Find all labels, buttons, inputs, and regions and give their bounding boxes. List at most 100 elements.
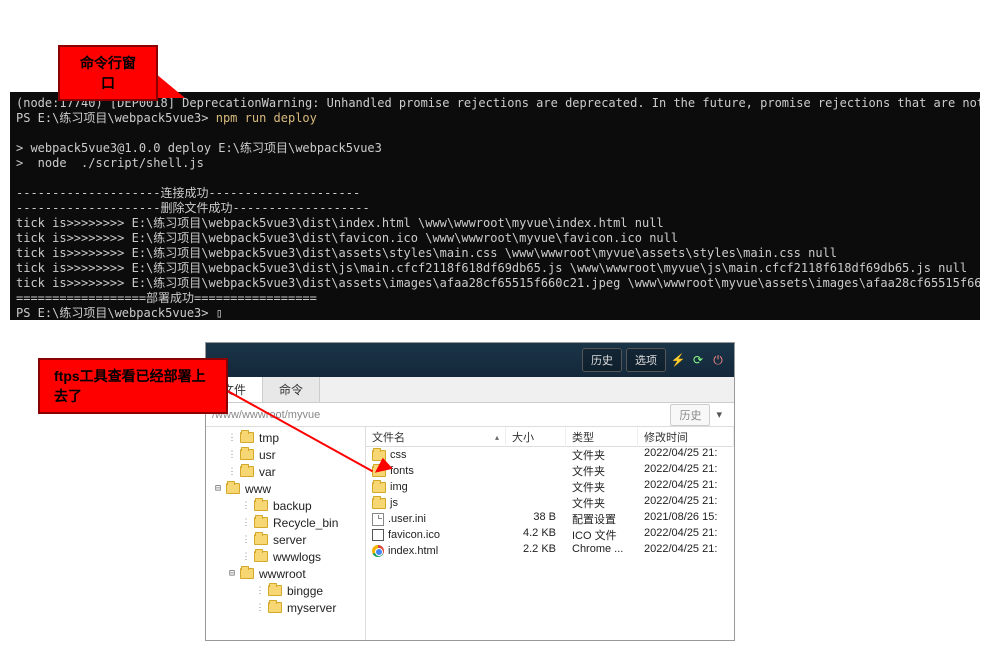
tree-item-label: Recycle_bin	[273, 516, 338, 530]
tree-item[interactable]: ⊟wwwroot	[206, 565, 365, 582]
path-history-button[interactable]: 历史	[670, 404, 710, 426]
sort-caret-icon: ▴	[495, 433, 499, 442]
ftp-window: 历史 选项 ⚡ ⟳ ⏻ 文件 命令 历史 ▾ ⋮tmp⋮usr⋮var⊟www⋮…	[205, 342, 735, 641]
refresh-icon[interactable]: ⟳	[690, 352, 706, 368]
terminal-line: > webpack5vue3@1.0.0 deploy E:\练习项目\webp…	[16, 141, 382, 155]
file-size: 4.2 KB	[506, 527, 566, 543]
file-size	[506, 463, 566, 479]
file-row[interactable]: favicon.ico4.2 KBICO 文件2022/04/25 21:	[366, 527, 734, 543]
tree-item[interactable]: ⋮ server	[206, 531, 365, 548]
power-icon[interactable]: ⏻	[710, 352, 726, 368]
tree-dots-icon: ⋮	[240, 534, 252, 545]
folder-icon	[240, 568, 254, 579]
folder-icon	[240, 432, 254, 443]
terminal-line: tick is>>>>>>>> E:\练习项目\webpack5vue3\dis…	[16, 216, 664, 230]
file-type: 文件夹	[566, 447, 638, 463]
folder-icon	[372, 482, 386, 493]
terminal-prompt: PS E:\练习项目\webpack5vue3>	[16, 111, 216, 125]
file-name: css	[390, 449, 407, 461]
file-date: 2022/04/25 21:	[638, 463, 734, 479]
terminal-line: --------------------连接成功----------------…	[16, 186, 360, 200]
folder-icon	[268, 585, 282, 596]
tree-item[interactable]: ⋮var	[206, 463, 365, 480]
tree-item[interactable]: ⊟www	[206, 480, 365, 497]
terminal-line: tick is>>>>>>>> E:\练习项目\webpack5vue3\dis…	[16, 231, 678, 245]
chrome-icon	[372, 545, 384, 557]
tree-dots-icon: ⋮	[240, 500, 252, 511]
folder-icon	[240, 449, 254, 460]
file-row[interactable]: fonts文件夹2022/04/25 21:	[366, 463, 734, 479]
callout-ftp: ftps工具查看已经部署上去了	[38, 358, 228, 414]
file-row[interactable]: .user.ini 38 B配置设置2021/08/26 15:	[366, 511, 734, 527]
tree-item-label: wwwlogs	[273, 550, 321, 564]
tree-item[interactable]: ⋮ backup	[206, 497, 365, 514]
tree-item-label: myserver	[287, 601, 336, 615]
tab-command[interactable]: 命令	[263, 377, 320, 402]
file-date: 2022/04/25 21:	[638, 543, 734, 559]
terminal-line: > node ./script/shell.js	[16, 156, 204, 170]
ftp-tabs: 文件 命令	[206, 377, 734, 403]
ftp-titlebar: 历史 选项 ⚡ ⟳ ⏻	[206, 343, 734, 377]
file-size	[506, 479, 566, 495]
file-row[interactable]: img 文件夹2022/04/25 21:	[366, 479, 734, 495]
file-name: index.html	[388, 545, 438, 557]
folder-icon	[226, 483, 240, 494]
tree-dots-icon: ⋮	[226, 432, 238, 443]
file-list[interactable]: 文件名▴ 大小 类型 修改时间 css文件夹2022/04/25 21:font…	[366, 427, 734, 640]
terminal-line: --------------------删除文件成功--------------…	[16, 201, 370, 215]
file-icon	[372, 513, 384, 526]
file-type: 配置设置	[566, 511, 638, 527]
file-date: 2022/04/25 21:	[638, 447, 734, 463]
terminal-line: tick is>>>>>>>> E:\练习项目\webpack5vue3\dis…	[16, 276, 980, 290]
tree-dots-icon: ⋮	[226, 466, 238, 477]
terminal-cursor: ▯	[216, 306, 223, 320]
tree-item[interactable]: ⋮Recycle_bin	[206, 514, 365, 531]
file-size	[506, 495, 566, 511]
tree-item[interactable]: ⋮ myserver	[206, 599, 365, 616]
file-row[interactable]: css 文件夹2022/04/25 21:	[366, 447, 734, 463]
bolt-icon[interactable]: ⚡	[670, 352, 686, 368]
folder-icon	[254, 500, 268, 511]
col-modified[interactable]: 修改时间	[638, 427, 734, 447]
tree-item-label: bingge	[287, 584, 323, 598]
tree-item-label: usr	[259, 448, 276, 462]
col-size[interactable]: 大小	[506, 427, 566, 447]
file-name: .user.ini	[388, 513, 426, 525]
file-name: img	[390, 481, 408, 493]
options-button[interactable]: 选项	[626, 348, 666, 372]
file-date: 2022/04/25 21:	[638, 495, 734, 511]
tree-item-label: server	[273, 533, 306, 547]
history-button[interactable]: 历史	[582, 348, 622, 372]
col-name[interactable]: 文件名▴	[366, 427, 506, 447]
file-size: 38 B	[506, 511, 566, 527]
tree-item[interactable]: ⋮ bingge	[206, 582, 365, 599]
tree-dots-icon: ⋮	[254, 602, 266, 613]
tree-item-label: backup	[273, 499, 312, 513]
tree-item[interactable]: ⋮tmp	[206, 429, 365, 446]
expand-icon[interactable]: ⊟	[226, 568, 238, 579]
folder-icon	[372, 498, 386, 509]
folder-icon	[254, 534, 268, 545]
callout-arrow-terminal	[155, 73, 215, 98]
file-type: 文件夹	[566, 479, 638, 495]
file-row[interactable]: index.html2.2 KBChrome ...2022/04/25 21:	[366, 543, 734, 559]
file-type: 文件夹	[566, 495, 638, 511]
file-date: 2021/08/26 15:	[638, 511, 734, 527]
terminal-line: (node:17740) [DEP0018] DeprecationWarnin…	[16, 96, 980, 110]
folder-icon	[254, 517, 268, 528]
terminal-window[interactable]: (node:17740) [DEP0018] DeprecationWarnin…	[10, 92, 980, 320]
file-size: 2.2 KB	[506, 543, 566, 559]
file-row[interactable]: js文件夹2022/04/25 21:	[366, 495, 734, 511]
expand-icon[interactable]: ⊟	[212, 483, 224, 494]
ico-icon	[372, 529, 384, 541]
terminal-prompt: PS E:\练习项目\webpack5vue3>	[16, 306, 216, 320]
terminal-command: npm run deploy	[216, 111, 317, 125]
file-date: 2022/04/25 21:	[638, 479, 734, 495]
col-type[interactable]: 类型	[566, 427, 638, 447]
tree-dots-icon: ⋮	[254, 585, 266, 596]
directory-tree[interactable]: ⋮tmp⋮usr⋮var⊟www⋮backup⋮Recycle_bin⋮serv…	[206, 427, 366, 640]
folder-icon	[240, 466, 254, 477]
tree-dots-icon: ⋮	[240, 551, 252, 562]
tree-item[interactable]: ⋮ wwwlogs	[206, 548, 365, 565]
chevron-down-icon[interactable]: ▾	[710, 408, 728, 421]
